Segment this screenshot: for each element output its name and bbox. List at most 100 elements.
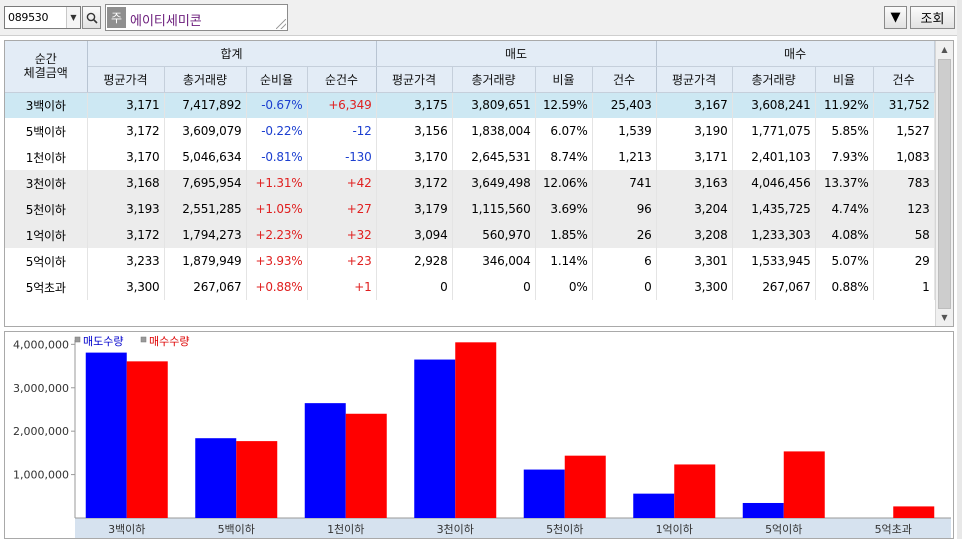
table-cell: 3,156 — [376, 118, 453, 144]
table-cell: 3,300 — [87, 274, 165, 300]
bar-buy — [564, 455, 606, 518]
table-cell: 3,170 — [87, 144, 165, 170]
stock-code-value[interactable]: 089530 — [8, 11, 49, 24]
column-header[interactable]: 비율 — [815, 66, 874, 93]
table-cell: 2,401,103 — [732, 144, 816, 170]
query-button[interactable]: 조회 — [910, 6, 955, 29]
table-cell: 96 — [592, 196, 657, 222]
table-row[interactable]: 5천이하 3,193 2,551,285 +1.05% +27 3,179 1,115,56… — [5, 196, 935, 222]
column-header[interactable]: 비율 — [535, 66, 593, 93]
table-cell: 0 — [376, 274, 453, 300]
trade-size-grid: 순간 체결금액 합계 매도 매수 평균가격 총거래량 순비율 순건수 평균가격 총거래량 비… — [4, 40, 954, 327]
table-cell: 3,649,498 — [452, 170, 536, 196]
table-cell: 1,794,273 — [164, 222, 247, 248]
bar-buy — [674, 464, 716, 518]
scroll-up-icon[interactable]: ▲ — [936, 41, 953, 58]
table-cell: 58 — [873, 222, 935, 248]
vertical-scrollbar[interactable]: ▲ ▼ — [935, 41, 953, 326]
column-header[interactable]: 순비율 — [246, 66, 308, 93]
column-header[interactable]: 건수 — [592, 66, 657, 93]
stock-code-combobox[interactable]: 089530 ▼ — [4, 6, 81, 29]
table-cell: 3,175 — [376, 92, 453, 118]
bar-buy — [893, 506, 935, 518]
trade-size-table: 순간 체결금액 합계 매도 매수 평균가격 총거래량 순비율 순건수 평균가격 총거래량 비… — [5, 41, 935, 300]
table-cell: 3,171 — [87, 92, 165, 118]
table-cell: 0.88% — [815, 274, 874, 300]
bar-buy — [783, 451, 825, 518]
table-row[interactable]: 3백이하 3,171 7,417,892 -0.67% +6,349 3,175 3,809… — [5, 92, 935, 118]
table-cell: 1.85% — [535, 222, 593, 248]
table-cell: 1,539 — [592, 118, 657, 144]
table-cell: 3,172 — [87, 222, 165, 248]
table-cell: 3,204 — [656, 196, 733, 222]
legend-label: 매수수량 — [149, 335, 189, 348]
header-group-total[interactable]: 합계 — [87, 41, 377, 67]
table-cell: 1,115,560 — [452, 196, 536, 222]
stock-name-field[interactable]: 주 에이티세미콘 — [105, 4, 288, 31]
table-cell: 267,067 — [732, 274, 816, 300]
table-cell: -0.22% — [246, 118, 308, 144]
table-cell: 3,609,079 — [164, 118, 247, 144]
column-header[interactable]: 평균가격 — [87, 66, 165, 93]
volume-chart-svg: 1,000,000 2,000,000 3,000,000 4,000,000 3백이하… — [13, 335, 951, 538]
table-cell: +27 — [307, 196, 377, 222]
table-cell: 3.69% — [535, 196, 593, 222]
table-cell: 0 — [452, 274, 536, 300]
header-group-buy[interactable]: 매수 — [656, 41, 935, 67]
column-header[interactable]: 건수 — [873, 66, 935, 93]
table-cell: 123 — [873, 196, 935, 222]
x-axis-band — [75, 518, 951, 538]
search-icon — [86, 12, 98, 24]
chevron-down-icon[interactable]: ▼ — [66, 7, 80, 28]
column-header[interactable]: 평균가격 — [656, 66, 733, 93]
table-cell: 1,771,075 — [732, 118, 816, 144]
table-cell: 5,046,634 — [164, 144, 247, 170]
stock-type-badge: 주 — [107, 7, 126, 28]
table-cell: 3,809,651 — [452, 92, 536, 118]
resize-grip-icon[interactable] — [276, 19, 286, 29]
row-category: 5백이하 — [5, 118, 88, 144]
table-cell: 3,172 — [87, 118, 165, 144]
table-cell: 1,083 — [873, 144, 935, 170]
column-header[interactable]: 총거래량 — [732, 66, 816, 93]
toolbar: 089530 ▼ 주 에이티세미콘 ▼ 조회 — [0, 0, 962, 36]
bar-sell — [414, 359, 456, 518]
table-cell: 3,094 — [376, 222, 453, 248]
column-header[interactable]: 총거래량 — [452, 66, 536, 93]
bar-sell — [523, 469, 565, 518]
table-cell: +0.88% — [246, 274, 308, 300]
table-cell: +3.93% — [246, 248, 308, 274]
search-button[interactable] — [82, 6, 101, 29]
table-cell: 29 — [873, 248, 935, 274]
table-cell: 1,533,945 — [732, 248, 816, 274]
table-cell: 1,435,725 — [732, 196, 816, 222]
row-category: 5천이하 — [5, 196, 88, 222]
bar-buy — [345, 413, 387, 518]
table-cell: 6 — [592, 248, 657, 274]
next-button[interactable]: ▼ — [884, 6, 907, 29]
table-cell: 7,695,954 — [164, 170, 247, 196]
table-cell: 4.74% — [815, 196, 874, 222]
column-header[interactable]: 총거래량 — [164, 66, 247, 93]
x-tick-label: 1억이하 — [656, 522, 693, 536]
bar-sell — [633, 493, 675, 518]
x-tick-label: 5천이하 — [546, 522, 583, 536]
table-cell: 1.14% — [535, 248, 593, 274]
table-cell: 5.07% — [815, 248, 874, 274]
table-row[interactable]: 1억이하 3,172 1,794,273 +2.23% +32 3,094 560,970 1… — [5, 222, 935, 248]
column-header[interactable]: 평균가격 — [376, 66, 453, 93]
table-cell: 0 — [592, 274, 657, 300]
table-row[interactable]: 5억초과 3,300 267,067 +0.88% +1 0 0 0% 0 3,300 267,06… — [5, 274, 935, 300]
scrollbar-thumb[interactable] — [938, 59, 951, 309]
header-group-sell[interactable]: 매도 — [376, 41, 657, 67]
table-cell: +1.05% — [246, 196, 308, 222]
table-row[interactable]: 3천이하 3,168 7,695,954 +1.31% +42 3,172 3,649,49… — [5, 170, 935, 196]
column-header[interactable]: 순건수 — [307, 66, 377, 93]
header-category[interactable]: 순간 체결금액 — [5, 41, 88, 93]
table-cell: 783 — [873, 170, 935, 196]
table-row[interactable]: 5억이하 3,233 1,879,949 +3.93% +23 2,928 346,004 1… — [5, 248, 935, 274]
table-row[interactable]: 1천이하 3,170 5,046,634 -0.81% -130 3,170 2,645,5… — [5, 144, 935, 170]
table-row[interactable]: 5백이하 3,172 3,609,079 -0.22% -12 3,156 1,838,00… — [5, 118, 935, 144]
scroll-down-icon[interactable]: ▼ — [936, 309, 953, 326]
row-category: 5억이하 — [5, 248, 88, 274]
